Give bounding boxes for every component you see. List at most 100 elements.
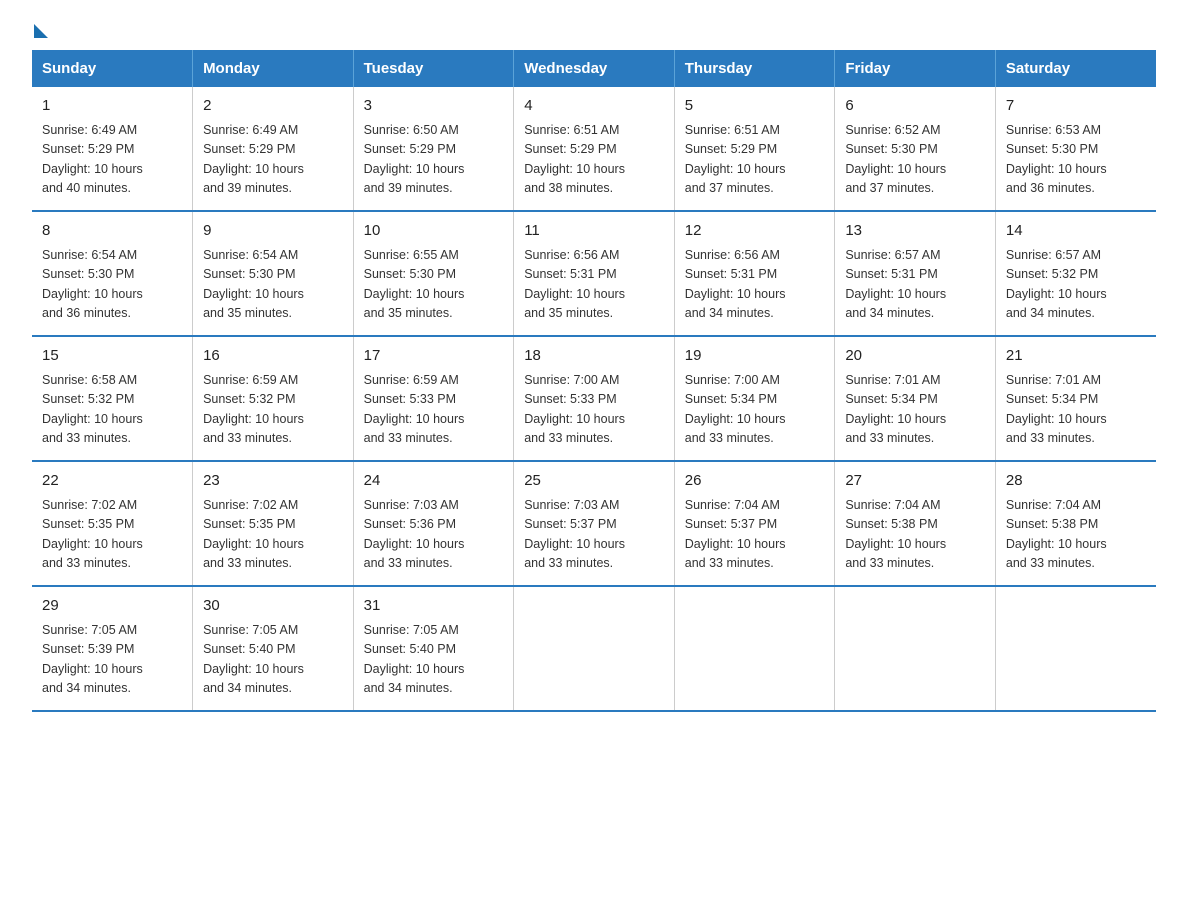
day-info: Sunrise: 6:57 AMSunset: 5:32 PMDaylight:… bbox=[1006, 248, 1107, 321]
day-number: 24 bbox=[364, 470, 504, 492]
day-number: 9 bbox=[203, 220, 343, 242]
day-number: 26 bbox=[685, 470, 825, 492]
day-number: 23 bbox=[203, 470, 343, 492]
day-number: 27 bbox=[845, 470, 985, 492]
day-info: Sunrise: 6:56 AMSunset: 5:31 PMDaylight:… bbox=[524, 248, 625, 321]
calendar-cell: 1 Sunrise: 6:49 AMSunset: 5:29 PMDayligh… bbox=[32, 87, 193, 211]
calendar-cell: 14 Sunrise: 6:57 AMSunset: 5:32 PMDaylig… bbox=[995, 211, 1156, 336]
calendar-cell: 3 Sunrise: 6:50 AMSunset: 5:29 PMDayligh… bbox=[353, 87, 514, 211]
day-info: Sunrise: 6:51 AMSunset: 5:29 PMDaylight:… bbox=[524, 123, 625, 196]
day-info: Sunrise: 7:05 AMSunset: 5:40 PMDaylight:… bbox=[203, 623, 304, 696]
calendar-cell: 28 Sunrise: 7:04 AMSunset: 5:38 PMDaylig… bbox=[995, 461, 1156, 586]
day-info: Sunrise: 7:01 AMSunset: 5:34 PMDaylight:… bbox=[845, 373, 946, 446]
day-info: Sunrise: 7:02 AMSunset: 5:35 PMDaylight:… bbox=[203, 498, 304, 571]
week-row-1: 1 Sunrise: 6:49 AMSunset: 5:29 PMDayligh… bbox=[32, 87, 1156, 211]
day-info: Sunrise: 6:59 AMSunset: 5:32 PMDaylight:… bbox=[203, 373, 304, 446]
day-info: Sunrise: 6:58 AMSunset: 5:32 PMDaylight:… bbox=[42, 373, 143, 446]
weekday-header-saturday: Saturday bbox=[995, 50, 1156, 87]
day-info: Sunrise: 6:49 AMSunset: 5:29 PMDaylight:… bbox=[42, 123, 143, 196]
weekday-header-thursday: Thursday bbox=[674, 50, 835, 87]
day-info: Sunrise: 7:05 AMSunset: 5:40 PMDaylight:… bbox=[364, 623, 465, 696]
calendar-cell: 16 Sunrise: 6:59 AMSunset: 5:32 PMDaylig… bbox=[193, 336, 354, 461]
day-info: Sunrise: 6:54 AMSunset: 5:30 PMDaylight:… bbox=[42, 248, 143, 321]
day-number: 31 bbox=[364, 595, 504, 617]
day-info: Sunrise: 7:01 AMSunset: 5:34 PMDaylight:… bbox=[1006, 373, 1107, 446]
calendar-cell: 26 Sunrise: 7:04 AMSunset: 5:37 PMDaylig… bbox=[674, 461, 835, 586]
calendar-cell bbox=[995, 586, 1156, 711]
day-number: 25 bbox=[524, 470, 664, 492]
weekday-header-monday: Monday bbox=[193, 50, 354, 87]
day-info: Sunrise: 6:56 AMSunset: 5:31 PMDaylight:… bbox=[685, 248, 786, 321]
weekday-header-friday: Friday bbox=[835, 50, 996, 87]
week-row-2: 8 Sunrise: 6:54 AMSunset: 5:30 PMDayligh… bbox=[32, 211, 1156, 336]
day-number: 18 bbox=[524, 345, 664, 367]
calendar-cell: 7 Sunrise: 6:53 AMSunset: 5:30 PMDayligh… bbox=[995, 87, 1156, 211]
day-number: 16 bbox=[203, 345, 343, 367]
day-info: Sunrise: 6:50 AMSunset: 5:29 PMDaylight:… bbox=[364, 123, 465, 196]
calendar-cell: 25 Sunrise: 7:03 AMSunset: 5:37 PMDaylig… bbox=[514, 461, 675, 586]
day-info: Sunrise: 6:52 AMSunset: 5:30 PMDaylight:… bbox=[845, 123, 946, 196]
week-row-5: 29 Sunrise: 7:05 AMSunset: 5:39 PMDaylig… bbox=[32, 586, 1156, 711]
day-info: Sunrise: 6:59 AMSunset: 5:33 PMDaylight:… bbox=[364, 373, 465, 446]
day-number: 12 bbox=[685, 220, 825, 242]
calendar-cell: 27 Sunrise: 7:04 AMSunset: 5:38 PMDaylig… bbox=[835, 461, 996, 586]
weekday-header-row: SundayMondayTuesdayWednesdayThursdayFrid… bbox=[32, 50, 1156, 87]
day-info: Sunrise: 7:02 AMSunset: 5:35 PMDaylight:… bbox=[42, 498, 143, 571]
calendar-table: SundayMondayTuesdayWednesdayThursdayFrid… bbox=[32, 50, 1156, 712]
calendar-cell: 12 Sunrise: 6:56 AMSunset: 5:31 PMDaylig… bbox=[674, 211, 835, 336]
calendar-cell: 22 Sunrise: 7:02 AMSunset: 5:35 PMDaylig… bbox=[32, 461, 193, 586]
weekday-header-wednesday: Wednesday bbox=[514, 50, 675, 87]
day-info: Sunrise: 6:49 AMSunset: 5:29 PMDaylight:… bbox=[203, 123, 304, 196]
weekday-header-sunday: Sunday bbox=[32, 50, 193, 87]
calendar-cell: 24 Sunrise: 7:03 AMSunset: 5:36 PMDaylig… bbox=[353, 461, 514, 586]
logo-triangle-icon bbox=[34, 24, 48, 38]
day-number: 10 bbox=[364, 220, 504, 242]
day-number: 1 bbox=[42, 95, 182, 117]
calendar-cell: 11 Sunrise: 6:56 AMSunset: 5:31 PMDaylig… bbox=[514, 211, 675, 336]
calendar-cell: 31 Sunrise: 7:05 AMSunset: 5:40 PMDaylig… bbox=[353, 586, 514, 711]
day-info: Sunrise: 6:54 AMSunset: 5:30 PMDaylight:… bbox=[203, 248, 304, 321]
calendar-cell: 10 Sunrise: 6:55 AMSunset: 5:30 PMDaylig… bbox=[353, 211, 514, 336]
calendar-cell: 30 Sunrise: 7:05 AMSunset: 5:40 PMDaylig… bbox=[193, 586, 354, 711]
page-header bbox=[32, 24, 1156, 32]
calendar-cell: 23 Sunrise: 7:02 AMSunset: 5:35 PMDaylig… bbox=[193, 461, 354, 586]
calendar-cell: 4 Sunrise: 6:51 AMSunset: 5:29 PMDayligh… bbox=[514, 87, 675, 211]
day-info: Sunrise: 7:04 AMSunset: 5:38 PMDaylight:… bbox=[845, 498, 946, 571]
calendar-cell: 21 Sunrise: 7:01 AMSunset: 5:34 PMDaylig… bbox=[995, 336, 1156, 461]
day-number: 13 bbox=[845, 220, 985, 242]
day-info: Sunrise: 7:00 AMSunset: 5:33 PMDaylight:… bbox=[524, 373, 625, 446]
day-number: 28 bbox=[1006, 470, 1146, 492]
day-number: 29 bbox=[42, 595, 182, 617]
calendar-cell: 17 Sunrise: 6:59 AMSunset: 5:33 PMDaylig… bbox=[353, 336, 514, 461]
day-info: Sunrise: 7:03 AMSunset: 5:37 PMDaylight:… bbox=[524, 498, 625, 571]
weekday-header-tuesday: Tuesday bbox=[353, 50, 514, 87]
day-number: 30 bbox=[203, 595, 343, 617]
day-number: 19 bbox=[685, 345, 825, 367]
logo bbox=[32, 24, 48, 32]
day-number: 20 bbox=[845, 345, 985, 367]
day-info: Sunrise: 6:51 AMSunset: 5:29 PMDaylight:… bbox=[685, 123, 786, 196]
calendar-cell: 5 Sunrise: 6:51 AMSunset: 5:29 PMDayligh… bbox=[674, 87, 835, 211]
day-number: 8 bbox=[42, 220, 182, 242]
day-info: Sunrise: 7:03 AMSunset: 5:36 PMDaylight:… bbox=[364, 498, 465, 571]
day-number: 7 bbox=[1006, 95, 1146, 117]
week-row-4: 22 Sunrise: 7:02 AMSunset: 5:35 PMDaylig… bbox=[32, 461, 1156, 586]
day-info: Sunrise: 6:55 AMSunset: 5:30 PMDaylight:… bbox=[364, 248, 465, 321]
calendar-cell: 15 Sunrise: 6:58 AMSunset: 5:32 PMDaylig… bbox=[32, 336, 193, 461]
day-info: Sunrise: 7:04 AMSunset: 5:37 PMDaylight:… bbox=[685, 498, 786, 571]
day-number: 11 bbox=[524, 220, 664, 242]
calendar-cell: 13 Sunrise: 6:57 AMSunset: 5:31 PMDaylig… bbox=[835, 211, 996, 336]
calendar-cell: 9 Sunrise: 6:54 AMSunset: 5:30 PMDayligh… bbox=[193, 211, 354, 336]
calendar-cell: 29 Sunrise: 7:05 AMSunset: 5:39 PMDaylig… bbox=[32, 586, 193, 711]
day-info: Sunrise: 7:05 AMSunset: 5:39 PMDaylight:… bbox=[42, 623, 143, 696]
calendar-cell bbox=[674, 586, 835, 711]
week-row-3: 15 Sunrise: 6:58 AMSunset: 5:32 PMDaylig… bbox=[32, 336, 1156, 461]
day-info: Sunrise: 7:00 AMSunset: 5:34 PMDaylight:… bbox=[685, 373, 786, 446]
day-number: 15 bbox=[42, 345, 182, 367]
calendar-cell: 2 Sunrise: 6:49 AMSunset: 5:29 PMDayligh… bbox=[193, 87, 354, 211]
calendar-cell: 8 Sunrise: 6:54 AMSunset: 5:30 PMDayligh… bbox=[32, 211, 193, 336]
calendar-cell bbox=[835, 586, 996, 711]
day-info: Sunrise: 6:57 AMSunset: 5:31 PMDaylight:… bbox=[845, 248, 946, 321]
calendar-cell bbox=[514, 586, 675, 711]
calendar-cell: 6 Sunrise: 6:52 AMSunset: 5:30 PMDayligh… bbox=[835, 87, 996, 211]
